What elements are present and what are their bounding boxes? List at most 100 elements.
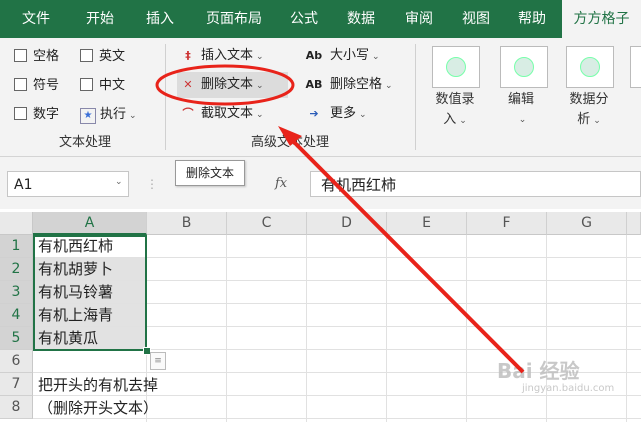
chevron-down-icon: ⌄ [256,52,264,62]
chevron-down-icon: ⌄ [518,115,527,125]
tab-review[interactable]: 审阅 [394,0,444,38]
row-header-1[interactable]: 1 [0,235,33,258]
column-header-e[interactable]: E [387,212,467,235]
checkbox-box[interactable] [14,49,27,62]
ribbon-panel: 空格 英文 符号 中文 数字 ★ 执行 ⌄ 文本处理 ‡ 插入文本 ⌄ ✕ 删除文本 ⌄ ⌒… [0,38,641,157]
checkbox-chinese[interactable]: 中文 [80,75,125,97]
data-analysis-button[interactable] [566,46,614,88]
chevron-down-icon: ⌄ [256,110,264,120]
delete-text-tooltip: 删除文本 [175,160,245,186]
gridline [33,349,641,350]
extract-text-button[interactable]: ⌒ 截取文本 ⌄ [179,103,264,125]
formula-input[interactable]: 有机西红柿 [310,171,641,197]
column-header-g[interactable]: G [547,212,627,235]
delete-text-button[interactable]: ✕ 删除文本 ⌄ [179,74,264,96]
delete-spaces-button[interactable]: AB 删除空格 ⌄ [302,74,393,96]
checkbox-symbol[interactable]: 符号 [14,75,59,97]
case-button[interactable]: Ab 大小写 ⌄ [302,45,380,67]
checkbox-space[interactable]: 空格 [14,46,59,68]
row-header-6[interactable]: 6 [0,350,33,373]
checkbox-box[interactable] [80,49,93,62]
tab-home[interactable]: 开始 [74,0,126,38]
edit-button[interactable] [500,46,548,88]
column-header-c[interactable]: C [227,212,307,235]
partial-button[interactable] [630,46,641,88]
cell-a5[interactable]: 有机黄瓜 [34,327,146,349]
execute-button[interactable]: ★ 执行 ⌄ [80,104,137,126]
data-analysis-label-line2: 析 ⌄ [577,112,601,127]
data-analysis-label[interactable]: 数据分析 ⌄ [559,90,619,131]
checkbox-box[interactable] [14,78,27,91]
checkbox-number[interactable]: 数字 [14,104,59,126]
delete-spaces-icon: AB [305,78,323,91]
cell-a3[interactable]: 有机马铃薯 [34,281,146,303]
gridline [626,235,627,422]
cell-a2[interactable]: 有机胡萝卜 [34,258,146,280]
checkbox-label: 英文 [99,49,126,64]
case-label: 大小写 [330,48,370,63]
name-box[interactable]: A1 [7,171,129,197]
edit-icon [514,57,534,77]
tab-help[interactable]: 帮助 [508,0,556,38]
cell-a1[interactable]: 有机西红柿 [34,235,146,257]
tab-page-layout[interactable]: 页面布局 [196,0,272,38]
column-header-partial[interactable] [627,212,641,235]
tab-data[interactable]: 数据 [336,0,386,38]
tab-formulas[interactable]: 公式 [282,0,326,38]
chevron-down-icon[interactable]: ⌄ [115,177,123,187]
chevron-down-icon: ⌄ [129,111,137,121]
fx-icon[interactable]: fx [275,171,295,197]
column-header-d[interactable]: D [307,212,387,235]
gridline [466,235,467,422]
more-button[interactable]: ➔ 更多 ⌄ [302,103,366,125]
drag-handle-icon[interactable]: ⋮ [146,177,158,191]
gridline [226,235,227,422]
group-divider [415,44,416,150]
numeric-entry-button[interactable] [432,46,480,88]
watermark: Bai 经验 [497,359,580,383]
chevron-down-icon: ⌄ [372,52,380,62]
tab-view[interactable]: 视图 [452,0,500,38]
column-header-a[interactable]: A [33,212,147,235]
chevron-down-icon: ⌄ [593,116,601,126]
edit-label[interactable]: 编辑 ⌄ [491,90,551,130]
insert-text-label: 插入文本 [201,48,254,63]
quick-analysis-icon[interactable]: ≡ [150,352,166,370]
row-header-3[interactable]: 3 [0,281,33,304]
row-header-4[interactable]: 4 [0,304,33,327]
row-header-8[interactable]: 8 [0,396,33,419]
case-icon: Ab [305,49,323,62]
column-header-b[interactable]: B [147,212,227,235]
numeric-entry-label-line1: 数值录 [435,92,475,107]
checkbox-label: 符号 [33,78,60,93]
checkbox-box[interactable] [80,78,93,91]
row-header-2[interactable]: 2 [0,258,33,281]
gridline [306,235,307,422]
checkbox-english[interactable]: 英文 [80,46,125,68]
checkbox-label: 空格 [33,49,60,64]
delete-spaces-label: 删除空格 [330,77,383,92]
watermark-url: jingyan.baidu.com [522,383,615,394]
cell-a4[interactable]: 有机上海青 [34,304,146,326]
row-header-7[interactable]: 7 [0,373,33,396]
extract-text-label: 截取文本 [201,106,254,121]
row-header-5[interactable]: 5 [0,327,33,350]
advanced-group-label: 高级文本处理 [250,135,329,150]
tab-insert[interactable]: 插入 [134,0,186,38]
select-all-corner[interactable] [0,212,33,235]
tab-file[interactable]: 文件 [10,0,62,38]
note-line-2[interactable]: （删除开头文本） [38,397,158,419]
ribbon-tab-bar: 文件 开始 插入 页面布局 公式 数据 审阅 视图 帮助 方方格子 [0,0,641,38]
data-analysis-icon [580,57,600,77]
checkbox-label: 数字 [33,107,60,122]
column-header-f[interactable]: F [467,212,547,235]
numeric-entry-label[interactable]: 数值录入 ⌄ [425,90,485,131]
insert-text-button[interactable]: ‡ 插入文本 ⌄ [179,45,264,67]
insert-text-icon: ‡ [185,49,191,62]
checkbox-box[interactable] [14,107,27,120]
tab-fangfanggezi[interactable]: 方方格子 [562,0,641,38]
note-line-1[interactable]: 把开头的有机去掉 [38,374,158,396]
delete-text-label: 删除文本 [201,77,254,92]
chevron-down-icon: ⌄ [256,81,264,91]
extract-text-icon: ⌒ [182,107,194,120]
